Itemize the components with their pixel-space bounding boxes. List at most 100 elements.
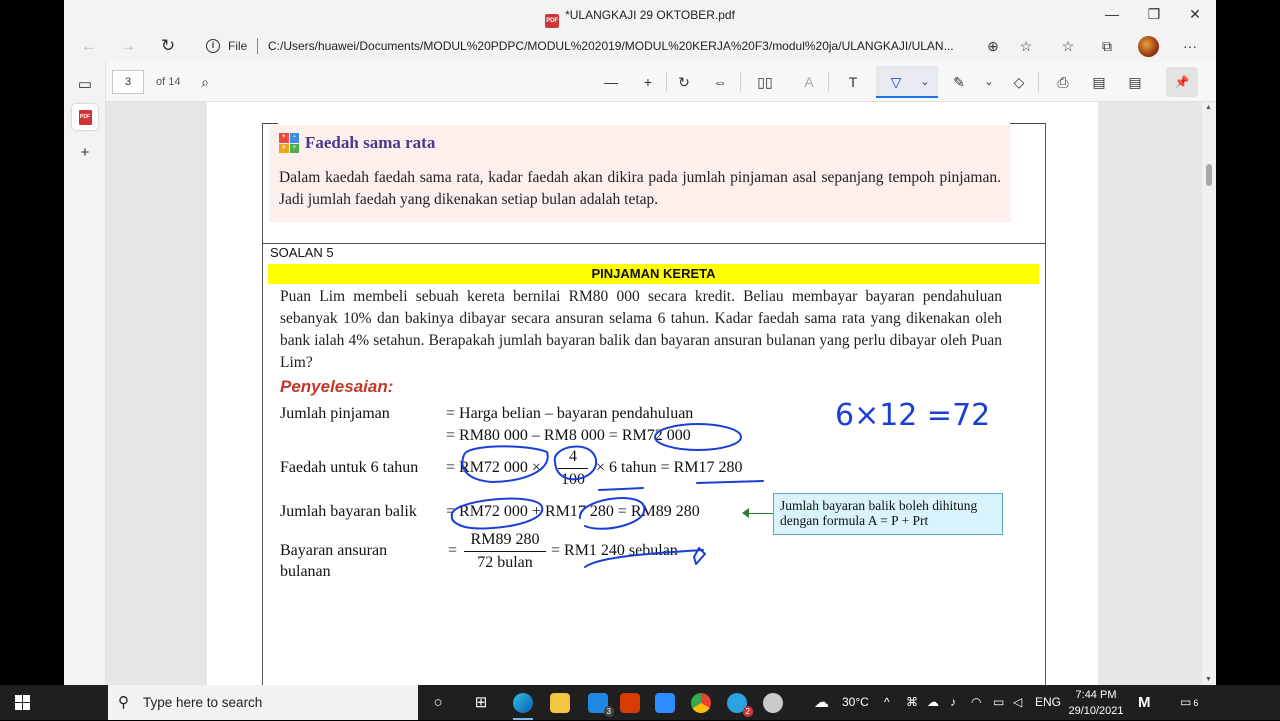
system-clock[interactable]: 7:44 PM 29/10/2021 [1060,687,1132,719]
task-view-icon[interactable]: ⊞ [463,689,499,717]
scroll-up-icon[interactable]: ▲ [1205,104,1212,111]
new-tab-button[interactable]: + [72,140,98,166]
ink-annotations: 6×12 =72 [450,398,990,568]
favorites-icon[interactable]: ☆ [1056,36,1080,56]
save-icon[interactable]: ▤ [1086,71,1112,93]
draw-icon[interactable]: ▽ [883,71,909,93]
ink-underline-rm1240 [584,549,704,568]
clock-date: 29/10/2021 [1068,705,1124,717]
clock-time: 7:44 PM [1075,689,1117,701]
refresh-button[interactable]: ↻ [154,34,182,58]
info-icon[interactable]: i [206,39,220,53]
collections-icon[interactable]: ⧉ [1095,36,1119,56]
vertical-scrollbar[interactable]: ▲ ▼ [1202,102,1216,685]
zoom-app-icon[interactable] [647,689,683,717]
page-count: of 14 [156,76,181,88]
scroll-down-icon[interactable]: ▼ [1205,676,1212,683]
file-explorer-icon[interactable] [542,689,578,717]
save-as-icon[interactable]: ▤ [1122,71,1148,93]
toolbar-separator [666,72,667,92]
telegram-app-icon[interactable]: 2 [719,689,755,717]
taskbar-search[interactable]: ⚲ Type here to search [108,685,418,720]
language-indicator[interactable]: ENG [1035,685,1061,720]
windows-logo-icon [15,695,30,710]
battery-icon[interactable]: ▭ [993,685,1004,720]
more-menu-icon[interactable]: ··· [1178,36,1202,56]
taskbar: ⚲ Type here to search ○ ⊞ 3 2 ☁ 30°C ^ ⌘… [0,685,1280,720]
erase-icon[interactable]: ◇ [1006,71,1032,93]
highlight-icon[interactable]: ✎ [946,71,972,93]
address-bar: ← → ↻ i File C:/Users/huawei/Documents/M… [64,30,1216,62]
fit-page-icon[interactable]: ⇔ [707,71,733,93]
notification-count: 6 [1193,698,1199,708]
ink-circle-rm72000-c [450,497,544,530]
rotate-icon[interactable]: ↻ [671,71,697,93]
mail-app-icon[interactable]: 3 [580,689,616,717]
tab-actions-icon[interactable]: ▭ [72,72,98,98]
print-icon[interactable]: ⎙ [1050,71,1076,93]
zoom-in-button[interactable]: + [635,71,661,93]
scrollbar-thumb[interactable] [1206,164,1212,186]
highlight-dropdown-icon[interactable]: ⌄ [976,71,1002,93]
pdf-toolbar: 3 of 14 ⌕ — + ↻ ⇔ ▯▯ A T ▽ ⌄ ✎ ⌄ ◇ ⎙ ▤ ▤… [106,62,1216,102]
app-tray-icon[interactable]: M [1138,685,1151,720]
handwritten-calculation: 6×12 =72 [835,398,990,433]
screen-bezel-left [0,0,64,720]
network-icon[interactable]: ◠ [971,685,981,720]
add-text-icon[interactable]: T [840,71,866,93]
weather-icon[interactable]: ☁ [814,685,829,720]
microphone-icon[interactable]: ♪ [950,685,956,720]
ink-underline-fraction [598,487,644,491]
vertical-tab-strip: ▭ PDF + [64,62,106,685]
toolbar-separator [1038,72,1039,92]
zoom-indicator-icon[interactable]: ⊕ [981,36,1005,56]
find-icon[interactable]: ⌕ [192,71,218,93]
volume-icon[interactable]: ◁ [1013,685,1022,720]
draw-dropdown-icon[interactable]: ⌄ [912,71,938,93]
edge-app-icon[interactable] [505,689,541,720]
snipping-tool-icon[interactable] [755,689,791,717]
meet-now-icon[interactable]: ⌘ [906,685,918,720]
window-title: PDF *ULANGKAJI 29 OKTOBER.pdf [64,8,1216,28]
forward-button[interactable]: → [114,34,142,58]
address-separator [257,38,258,54]
search-icon: ⚲ [118,694,129,711]
file-label: File [228,39,248,53]
pdf-tab-icon: PDF [78,109,92,125]
start-button[interactable] [0,685,44,720]
tray-expand-icon[interactable]: ^ [884,685,890,720]
notification-center-icon[interactable]: ▭ 6 [1180,685,1198,720]
close-button[interactable]: ✕ [1175,0,1215,30]
ink-circle-rm72000-b [461,445,549,483]
browser-window: PDF *ULANGKAJI 29 OKTOBER.pdf — ❐ ✕ ← → ↻… [64,0,1216,685]
chrome-app-icon[interactable] [683,689,719,717]
url-field[interactable]: C:/Users/huawei/Documents/MODUL%20PDPC/M… [268,39,974,53]
toolbar-separator [740,72,741,92]
onedrive-icon[interactable]: ☁ [927,685,939,720]
minimize-button[interactable]: — [1092,0,1132,30]
profile-avatar[interactable] [1138,36,1159,57]
ink-circle-fraction [553,445,598,481]
pdf-page: + − × ÷ Faedah sama rata Dalam kaedah fa… [207,102,1098,685]
read-aloud-icon[interactable]: A [796,71,822,93]
tab-pdf-document[interactable]: PDF [72,104,98,130]
pin-toolbar-icon[interactable]: 📌 [1169,71,1195,93]
page-view-icon[interactable]: ▯▯ [752,71,778,93]
ink-circle-rm72000 [654,423,742,451]
page-number-input[interactable]: 3 [112,70,144,94]
toolbar-separator [828,72,829,92]
ink-underline-rm17280 [696,480,764,484]
screen-bezel-right [1216,0,1280,720]
zoom-out-button[interactable]: — [598,71,624,93]
telegram-badge: 2 [742,706,753,717]
weather-temp[interactable]: 30°C [842,685,869,720]
title-bar: PDF *ULANGKAJI 29 OKTOBER.pdf — ❐ ✕ [64,0,1216,30]
back-button[interactable]: ← [75,34,103,58]
ink-circle-rm17280 [579,497,646,530]
cortana-icon[interactable]: ○ [420,689,456,717]
maximize-button[interactable]: ❐ [1134,0,1174,30]
window-title-text: *ULANGKAJI 29 OKTOBER.pdf [565,8,735,22]
office-app-icon[interactable] [612,689,648,717]
pdf-viewer[interactable]: + − × ÷ Faedah sama rata Dalam kaedah fa… [106,102,1202,685]
add-favorite-icon[interactable]: ☆ [1014,36,1038,56]
